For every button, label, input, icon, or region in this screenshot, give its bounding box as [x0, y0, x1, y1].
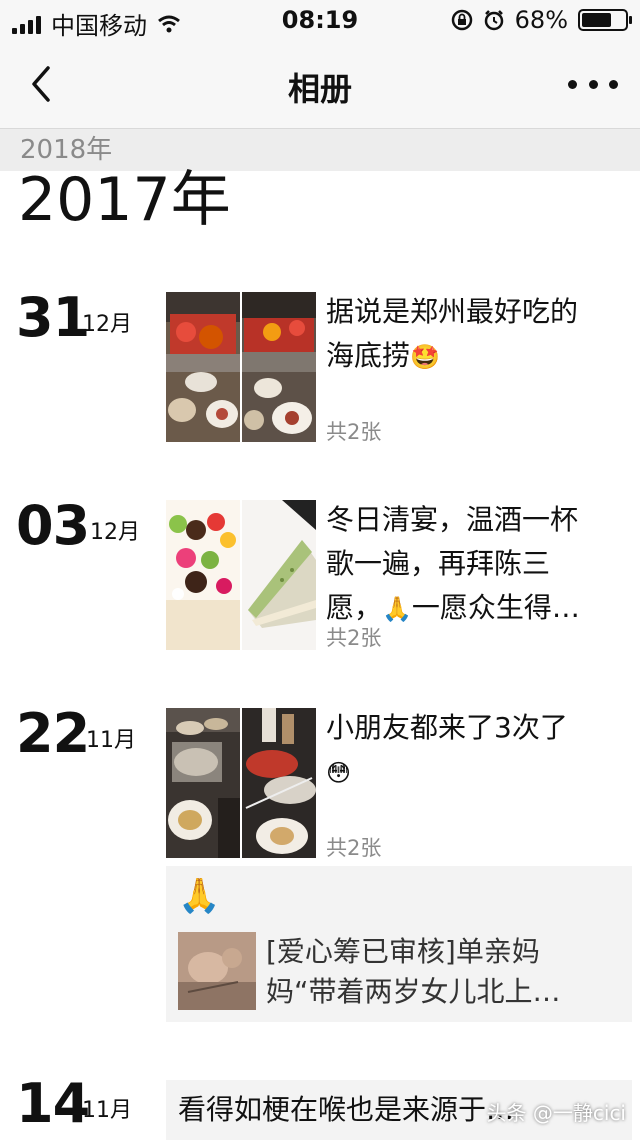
alarm-icon: [484, 10, 503, 31]
entry-month: 11月: [82, 1098, 132, 1123]
caption-text: 海底捞: [326, 339, 411, 372]
emoji-flushed-face: 😳: [326, 759, 352, 787]
caption-line: 小朋友都来了3次了: [326, 711, 568, 744]
entry-month: 12月: [82, 312, 132, 337]
photo-count: 共2张: [326, 626, 382, 650]
battery-icon: [578, 9, 632, 31]
watermark: 头条 @一静cici: [486, 1101, 626, 1125]
caption-text: 一愿众生得…: [411, 591, 580, 624]
photo-count: 共2张: [326, 836, 382, 860]
caption-line: 据说是郑州最好吃的: [326, 295, 579, 328]
shared-link-title-line: 妈“带着两岁女儿北上…: [266, 975, 561, 1008]
caption-line: 海底捞🤩: [326, 334, 626, 379]
photo-thumbnail[interactable]: [242, 292, 316, 442]
caption-line: 😳: [326, 750, 626, 795]
emoji-folded-hands: 🙏: [178, 876, 221, 916]
entry-month: 12月: [90, 520, 140, 545]
nav-bar: 相册: [0, 40, 640, 129]
photo-thumbnail[interactable]: [242, 500, 316, 650]
page-title: 相册: [287, 70, 352, 108]
entry-day: 31: [16, 286, 90, 349]
photo-thumbnail[interactable]: [242, 708, 316, 858]
status-right: 68%: [451, 6, 632, 34]
caption-line: 歌一遍，再拜陈三: [326, 547, 551, 580]
entry-month: 11月: [86, 728, 136, 753]
shared-link-title: [爱心筹已审核]单亲妈 妈“带着两岁女儿北上…: [266, 932, 616, 1012]
battery-fill: [582, 13, 611, 27]
more-dots-icon[interactable]: [568, 64, 618, 104]
photo-thumbnail[interactable]: [166, 708, 240, 858]
entry-day: 22: [16, 702, 90, 765]
emoji-star-struck: 🤩: [410, 343, 440, 371]
caption-line: 冬日清宴，温酒一杯: [326, 503, 579, 536]
photo-thumbnails[interactable]: [166, 292, 316, 442]
photo-thumbnail[interactable]: [166, 292, 240, 442]
emoji-folded-hands: 🙏: [382, 595, 412, 623]
shared-link-title-line: [爱心筹已审核]单亲妈: [266, 935, 540, 968]
photo-thumbnails[interactable]: [166, 500, 316, 650]
year-heading: 2017年: [18, 165, 231, 235]
photo-count: 共2张: [326, 420, 382, 444]
status-bar: 中国移动 08:19 68%: [0, 0, 640, 40]
caption-text: 愿，: [326, 591, 383, 624]
photo-thumbnail[interactable]: [166, 500, 240, 650]
shared-link-card[interactable]: 🙏 [爱心筹已审核]单亲妈 妈“带着两岁女儿北上…: [166, 866, 632, 1022]
rotation-lock-icon: [451, 9, 472, 31]
battery-percent: 68%: [514, 6, 568, 34]
post-caption: 据说是郑州最好吃的 海底捞🤩: [326, 290, 626, 379]
entry-day: 03: [16, 494, 90, 557]
shared-link-thumbnail: [178, 932, 256, 1010]
post-caption: 小朋友都来了3次了 😳: [326, 706, 626, 795]
entry-day: 14: [16, 1072, 90, 1135]
photo-thumbnails[interactable]: [166, 708, 316, 858]
post-caption: 冬日清宴，温酒一杯 歌一遍，再拜陈三 愿，🙏一愿众生得…: [326, 498, 626, 631]
